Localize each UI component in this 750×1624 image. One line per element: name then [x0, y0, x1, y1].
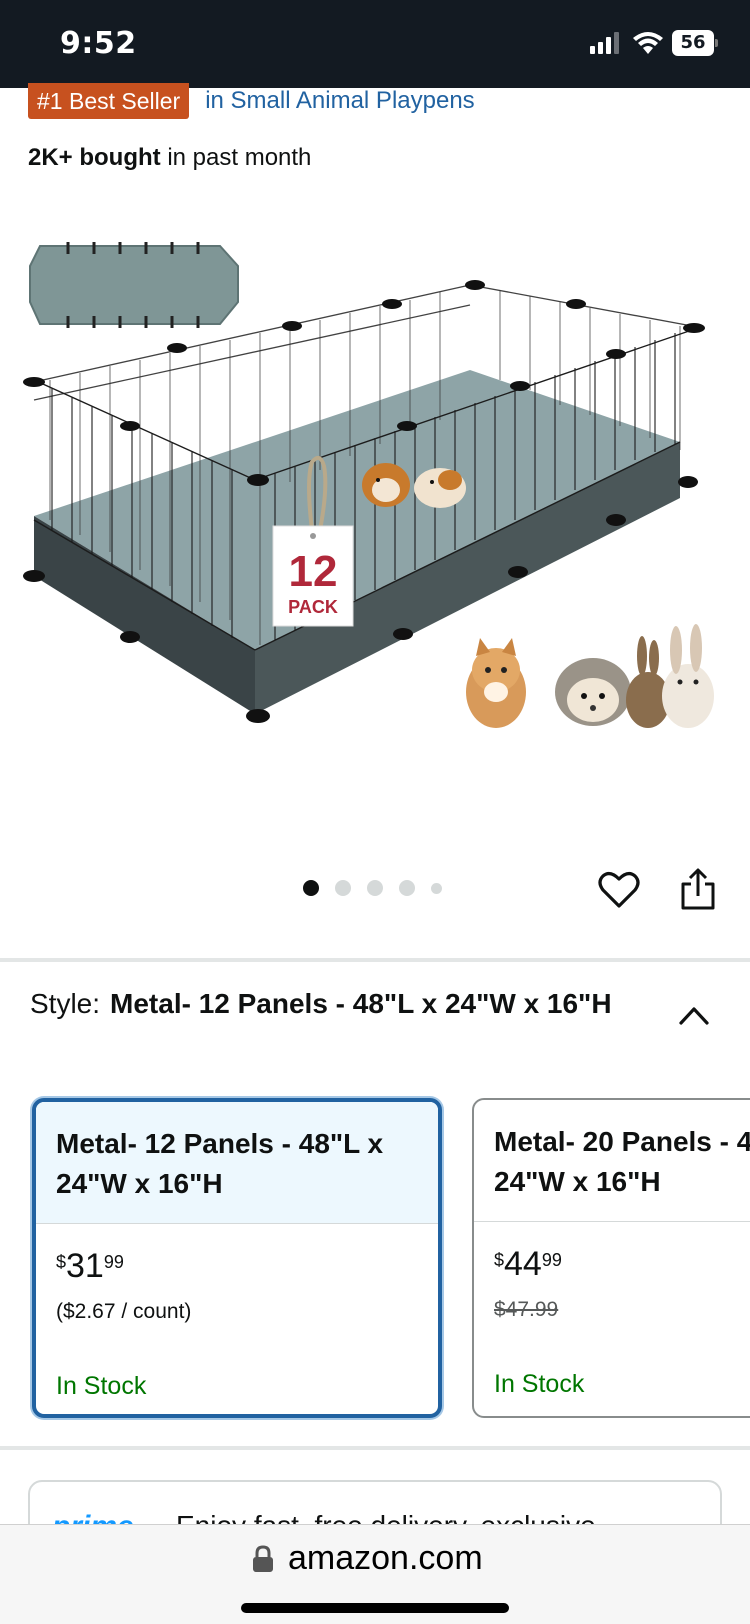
carousel-dot-4[interactable]: [399, 880, 415, 896]
price-currency: $: [56, 1252, 67, 1272]
style-selected-value: Metal- 12 Panels - 48"L x 24"W x 16"H: [110, 988, 612, 1019]
bought-suffix: in past month: [160, 144, 312, 171]
tag-number: 12: [289, 547, 338, 596]
style-option-price: $ 44 99: [494, 1244, 750, 1284]
carousel-dot-3[interactable]: [367, 880, 383, 896]
kitten: [466, 638, 526, 728]
browser-url-bar[interactable]: amazon.com: [0, 1524, 750, 1624]
stock-status: In Stock: [56, 1372, 147, 1400]
url-text[interactable]: amazon.com: [288, 1539, 483, 1578]
bestseller-badge[interactable]: #1 Best Seller: [28, 83, 190, 119]
tag-label: PACK: [288, 597, 338, 617]
style-label: Style:: [30, 988, 101, 1019]
price-whole: 31: [66, 1247, 104, 1285]
price-fraction: 99: [103, 1252, 124, 1272]
wifi-icon: [633, 32, 663, 54]
bought-count: 2K+ bought: [28, 144, 161, 171]
lock-icon: [253, 1545, 273, 1572]
price-currency: $: [494, 1250, 505, 1270]
floor-mat-inset-image: [29, 242, 239, 328]
style-option-title: Metal- 20 Panels - 48"L x24"W x 16"H: [474, 1100, 750, 1222]
list-price: $47.99: [494, 1298, 559, 1321]
carousel-dot-2[interactable]: [335, 880, 351, 896]
product-image[interactable]: 12 PACK: [20, 230, 730, 770]
section-divider: [0, 958, 750, 962]
style-option-body: $ 44 99 $47.99 In Stock: [474, 1222, 750, 1416]
style-option-card-12-panels[interactable]: Metal- 12 Panels - 48"L x 24"W x 16"H $ 3…: [32, 1098, 442, 1418]
status-time: 9:52: [60, 26, 137, 61]
rabbits: [626, 624, 714, 728]
style-selector-label[interactable]: Style: Metal- 12 Panels - 48"L x 24"W x 1…: [30, 984, 630, 1024]
unit-price: ($2.67 / count): [56, 1300, 192, 1323]
style-option-card-20-panels[interactable]: Metal- 20 Panels - 48"L x24"W x 16"H $ 4…: [472, 1098, 750, 1418]
hedgehog: [555, 658, 631, 726]
battery-level: 56: [672, 30, 714, 56]
style-option-title: Metal- 12 Panels - 48"L x 24"W x 16"H: [36, 1102, 438, 1224]
status-bar: 9:52 56: [0, 0, 750, 88]
bestseller-category-link[interactable]: in Small Animal Playpens: [205, 87, 474, 115]
chevron-up-icon[interactable]: [678, 1004, 710, 1026]
carousel-dots[interactable]: [303, 880, 458, 896]
style-option-price: $ 31 99: [56, 1246, 418, 1286]
stock-status: In Stock: [494, 1370, 585, 1398]
share-icon[interactable]: [678, 866, 718, 912]
price-whole: 44: [504, 1245, 542, 1283]
section-divider: [0, 1446, 750, 1450]
home-indicator: [241, 1603, 509, 1613]
heart-icon[interactable]: [597, 868, 641, 912]
bought-in-past-month: 2K+ bought in past month: [28, 144, 311, 172]
small-animals-inset: [466, 624, 714, 728]
signal-icon: [590, 32, 619, 54]
price-fraction: 99: [541, 1250, 562, 1270]
bestseller-row[interactable]: #1 Best Seller in Small Animal Playpens: [28, 82, 475, 120]
playpen-illustration: 12 PACK: [23, 280, 705, 723]
style-option-body: $ 31 99 ($2.67 / count) In Stock: [36, 1224, 438, 1414]
carousel-dot-5[interactable]: [431, 882, 442, 894]
carousel-dot-1[interactable]: [303, 880, 319, 896]
battery-icon: 56: [672, 30, 718, 56]
